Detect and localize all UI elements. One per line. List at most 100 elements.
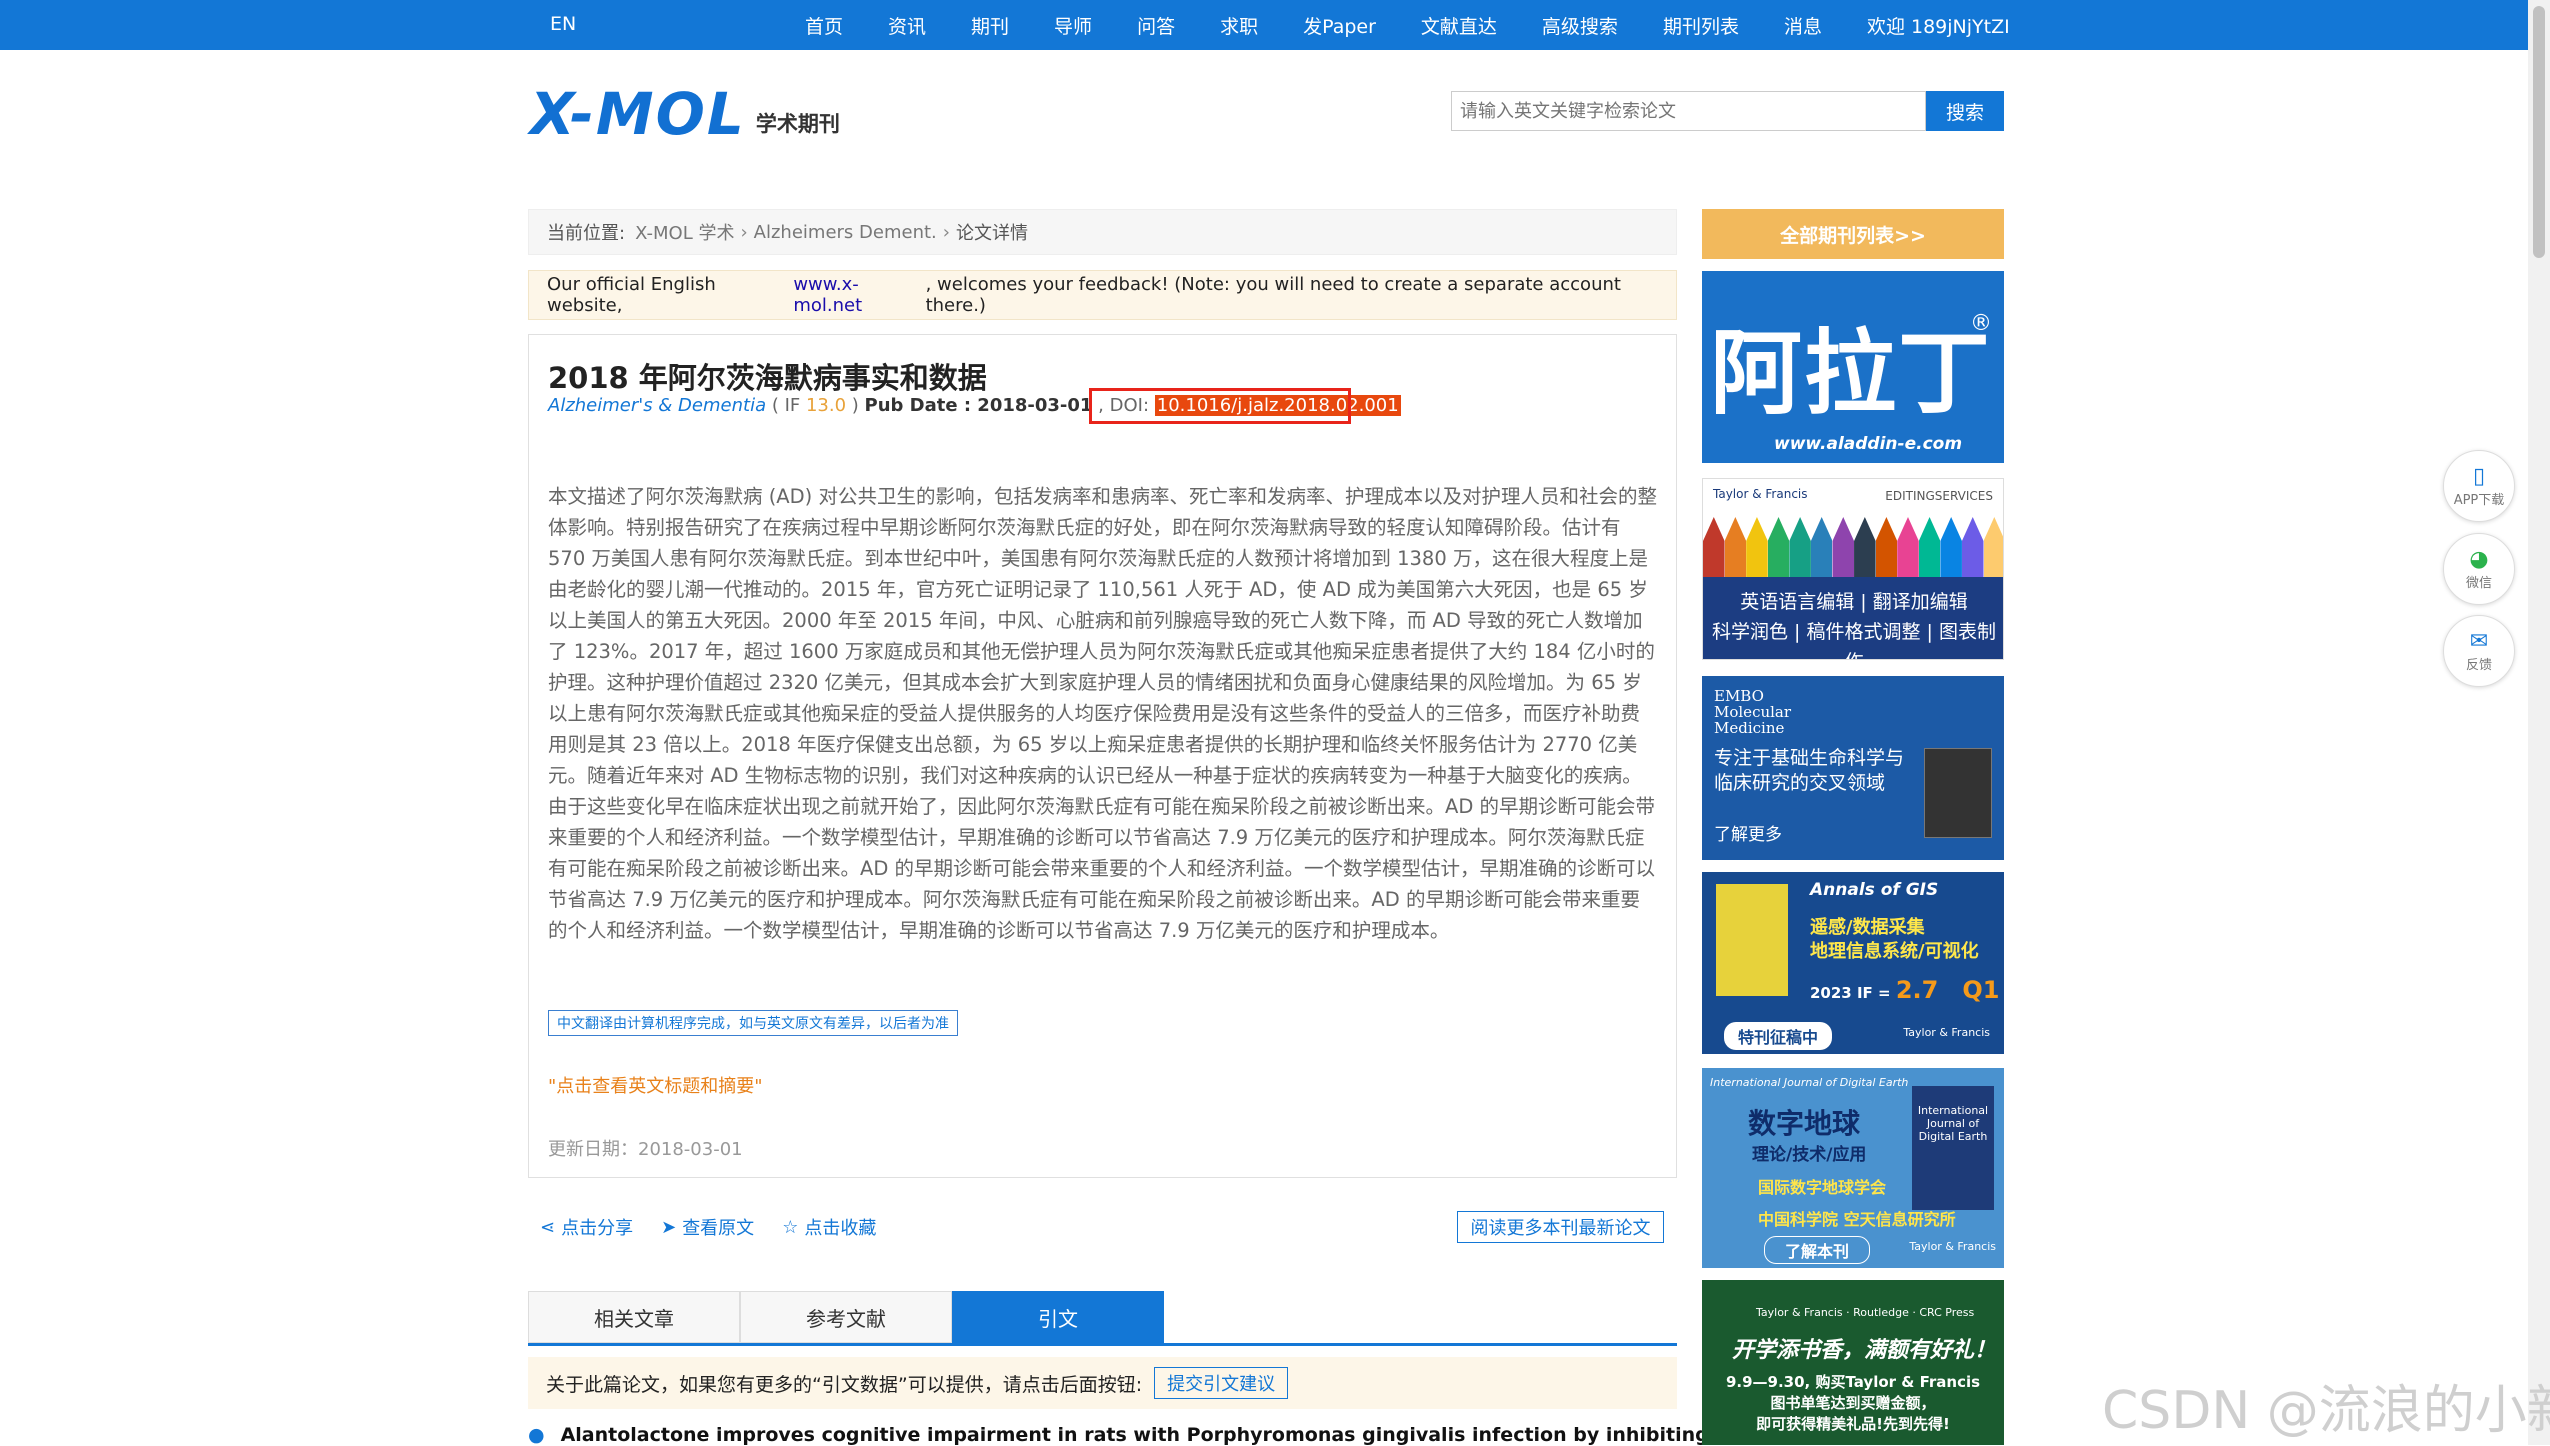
article-tabs: 相关文章 参考文献 引文 <box>528 1291 1164 1343</box>
bs-title: 开学添书香，满额有好礼！ <box>1732 1338 1997 1363</box>
app-download-button[interactable]: ▯ APP下载 <box>2443 450 2515 522</box>
citation-prompt-text: 关于此篇论文，如果您有更多的“引文数据”可以提供，请点击后面按钮: <box>546 1373 1143 1396</box>
share-icon: ⋖ <box>540 1216 556 1238</box>
view-english-link[interactable]: "点击查看英文标题和摘要" <box>548 1072 763 1098</box>
search-button[interactable]: 搜索 <box>1926 91 2004 131</box>
citation-list-item[interactable]: ● Alantolactone improves cognitive impair… <box>528 1424 1709 1446</box>
gis-publisher: Taylor & Francis <box>1903 1026 1990 1039</box>
breadcrumb-current: 论文详情 <box>955 223 1028 244</box>
app-download-label: APP下载 <box>2453 492 2505 508</box>
journal-link[interactable]: Alzheimer's & Dementia <box>548 395 766 416</box>
search-input[interactable] <box>1451 91 1926 131</box>
nav-jobs[interactable]: 求职 <box>1220 12 1258 39</box>
gis-quartile: Q1 <box>1962 976 2000 1004</box>
breadcrumb-journal[interactable]: Alzheimers Dement. <box>754 222 937 243</box>
favorite-button[interactable]: ☆ 点击收藏 <box>782 1214 876 1240</box>
tab-related[interactable]: 相关文章 <box>528 1291 740 1343</box>
ad-aladdin[interactable]: 阿拉丁 ® www.aladdin-e.com <box>1702 271 2004 463</box>
article-actions: ⋖ 点击分享 ➤ 查看原文 ☆ 点击收藏 <box>540 1214 876 1240</box>
breadcrumb-xmol[interactable]: X-MOL 学术 <box>635 219 734 245</box>
tab-references[interactable]: 参考文献 <box>740 1291 952 1343</box>
more-papers-button[interactable]: 阅读更多本刊最新论文 <box>1457 1211 1664 1243</box>
embo-journal-name: EMBO Molecular Medicine <box>1714 688 1791 736</box>
gis-line-1: 遥感/数据采集 <box>1810 917 1925 938</box>
nav-literature[interactable]: 文献直达 <box>1421 12 1497 39</box>
embo-learn-more: 了解更多 <box>1714 825 1782 845</box>
de-subtitle: 理论/技术/应用 <box>1752 1145 1867 1165</box>
breadcrumb: 当前位置: X-MOL 学术 › Alzheimers Dement. › 论文… <box>528 209 1677 255</box>
breadcrumb-prefix: 当前位置: <box>547 223 626 244</box>
site-logo[interactable]: X-MOL 学术期刊 <box>530 80 840 148</box>
bs-line-2: 图书单笔达到买赠金额， <box>1770 1394 1936 1412</box>
feedback-label: 反馈 <box>2465 657 2492 673</box>
scrollbar-thumb[interactable] <box>2533 6 2545 258</box>
aladdin-brand: 阿拉丁 <box>1710 319 1993 427</box>
bs-brands: Taylor & Francis · Routledge · CRC Press <box>1756 1306 1975 1319</box>
feedback-button[interactable]: ✉ 反馈 <box>2443 615 2515 687</box>
send-icon: ➤ <box>661 1216 677 1238</box>
tab-underline <box>528 1343 1677 1346</box>
tab-citations[interactable]: 引文 <box>952 1291 1164 1343</box>
ad-embo[interactable]: EMBO Molecular Medicine 专注于基础生命科学与 临床研究的… <box>1702 676 2004 860</box>
embo-name-1: EMBO <box>1714 687 1764 705</box>
tf-line-2: 科学润色 | 稿件格式调整 | 图表制作 <box>1712 621 1996 659</box>
nav-mentors[interactable]: 导师 <box>1054 12 1092 39</box>
nav-messages[interactable]: 消息 <box>1784 12 1822 39</box>
nav-journals[interactable]: 期刊 <box>971 12 1009 39</box>
tf-brand: Taylor & Francis <box>1713 487 1808 501</box>
aladdin-url: www.aladdin-e.com <box>1774 434 1963 454</box>
update-date: 更新日期：2018-03-01 <box>548 1139 743 1160</box>
share-label: 点击分享 <box>561 1218 634 1239</box>
bullet-icon: ● <box>528 1424 545 1446</box>
csdn-watermark: CSDN @流浪的小新 <box>2102 1381 2550 1441</box>
de-publisher: Taylor & Francis <box>1909 1240 1996 1253</box>
citation-prompt: 关于此篇论文，如果您有更多的“引文数据”可以提供，请点击后面按钮: 提交引文建议 <box>528 1357 1677 1409</box>
nav-news[interactable]: 资讯 <box>888 12 926 39</box>
embo-line-1: 专注于基础生命科学与 <box>1714 747 1905 769</box>
nav-journal-list[interactable]: 期刊列表 <box>1663 12 1739 39</box>
ad-tf-editing[interactable]: Taylor & Francis EDITINGSERVICES 英语语言编辑 … <box>1702 478 2004 660</box>
de-learn-button: 了解本刊 <box>1764 1236 1871 1264</box>
all-journals-button[interactable]: 全部期刊列表>> <box>1702 209 2004 259</box>
submit-citation-button[interactable]: 提交引文建议 <box>1154 1367 1289 1399</box>
embo-tagline: 专注于基础生命科学与 临床研究的交叉领域 <box>1714 746 1904 796</box>
view-original-button[interactable]: ➤ 查看原文 <box>661 1214 754 1240</box>
breadcrumb-separator: › <box>942 221 950 243</box>
favorite-label: 点击收藏 <box>804 1218 877 1239</box>
nav-home[interactable]: 首页 <box>805 12 843 39</box>
nav-publish[interactable]: 发Paper <box>1303 12 1376 39</box>
page-scrollbar[interactable] <box>2528 0 2550 1445</box>
translation-note: 中文翻译由计算机程序完成，如与英文原文有差异，以后者为准 <box>548 1010 958 1036</box>
pencils-graphic <box>1703 517 2003 577</box>
embo-line-2: 临床研究的交叉领域 <box>1714 772 1886 794</box>
wechat-button[interactable]: ◕ 微信 <box>2443 533 2515 605</box>
notice-text-after: , welcomes your feedback! (Note: you wil… <box>925 274 1621 316</box>
view-original-label: 查看原文 <box>682 1218 755 1239</box>
nav-qa[interactable]: 问答 <box>1137 12 1175 39</box>
gis-impact: 2023 IF = 2.7 Q1 <box>1810 976 1999 1004</box>
ad-annals-gis[interactable]: Annals of GIS 遥感/数据采集 地理信息系统/可视化 2023 IF… <box>1702 872 2004 1054</box>
de-cover-image: International Journal of Digital Earth <box>1912 1086 1994 1210</box>
registered-mark: ® <box>1970 311 1992 336</box>
article-title: 2018 年阿尔茨海默病事实和数据 <box>548 361 987 395</box>
ad-digital-earth[interactable]: International Journal of Digital Earth 数… <box>1702 1068 2004 1268</box>
embo-cover-image <box>1924 748 1992 838</box>
impact-factor: 13.0 <box>805 395 847 416</box>
star-icon: ☆ <box>782 1216 799 1238</box>
ad-back-to-school[interactable]: Taylor & Francis · Routledge · CRC Press… <box>1702 1280 2004 1445</box>
english-site-link[interactable]: www.x-mol.net <box>793 274 925 316</box>
gis-cover-image <box>1716 884 1788 996</box>
logo-mark: X-MOL <box>530 80 746 148</box>
de-title: 数字地球 <box>1748 1107 1861 1140</box>
article-panel: 2018 年阿尔茨海默病事实和数据 Alzheimer's & Dementia… <box>528 334 1677 1178</box>
user-greeting[interactable]: 欢迎 189jNjYtZI <box>1867 12 2010 39</box>
article-abstract: 本文描述了阿尔茨海默病 (AD) 对公共卫生的影响，包括发病率和患病率、死亡率和… <box>548 485 1657 942</box>
language-switch[interactable]: EN <box>550 13 576 35</box>
if-label: ( IF <box>766 395 806 416</box>
gis-call-badge: 特刊征稿中 <box>1724 1022 1833 1050</box>
share-button[interactable]: ⋖ 点击分享 <box>540 1214 633 1240</box>
tf-service: EDITINGSERVICES <box>1885 489 1993 503</box>
nav-advanced-search[interactable]: 高级搜索 <box>1542 12 1618 39</box>
bs-line-1: 9.9—9.30, 购买Taylor & Francis <box>1725 1373 1981 1391</box>
gis-topics: 遥感/数据采集 地理信息系统/可视化 <box>1810 916 1979 964</box>
